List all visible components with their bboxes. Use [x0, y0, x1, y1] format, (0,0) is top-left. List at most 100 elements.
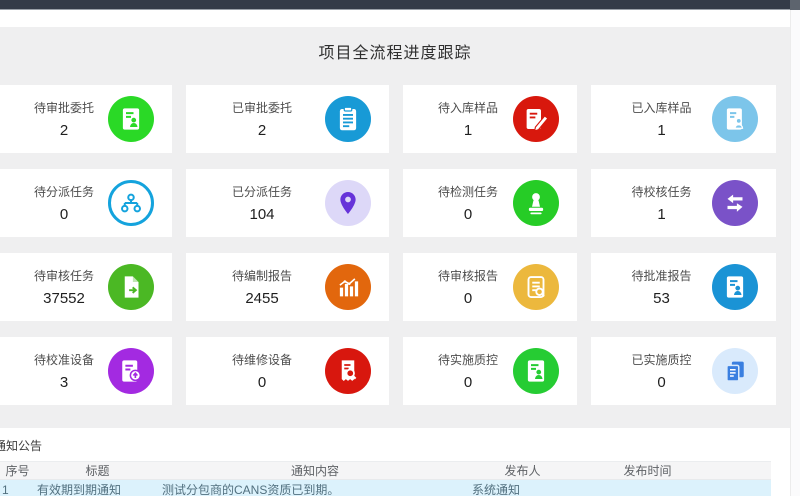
stat-card[interactable]: 待审批委托 2: [0, 85, 172, 153]
stat-card-text: 待编制报告 2455: [206, 267, 318, 307]
stat-card-label: 待分派任务: [34, 183, 94, 200]
stat-card[interactable]: 已入库样品 1: [591, 85, 776, 153]
stat-card[interactable]: 已实施质控 0: [591, 337, 776, 405]
stat-card-value: 2455: [245, 290, 278, 307]
stat-card[interactable]: 待校核任务 1: [591, 169, 776, 237]
top-navigation-bar: [0, 0, 790, 10]
file-export-icon: [108, 264, 154, 310]
stat-card-text: 待检测任务0: [423, 183, 513, 223]
stat-card[interactable]: 待检测任务0: [403, 169, 577, 237]
stat-card-text: 待批准报告 53: [611, 267, 712, 307]
stat-card-value: 0: [258, 374, 266, 391]
notice-column-header: 序号: [0, 462, 35, 480]
stat-card-text: 待维修设备 0: [206, 351, 318, 391]
stat-card-text: 待实施质控 0: [423, 351, 513, 391]
stat-card-value: 0: [464, 374, 472, 391]
stat-card-value: 37552: [43, 290, 85, 307]
doc-user-icon: [712, 264, 758, 310]
notice-table-header-row: 序号标题通知内容发布人发布时间: [0, 462, 771, 480]
stat-card-value: 2: [60, 122, 68, 139]
stat-card[interactable]: 待批准报告 53: [591, 253, 776, 321]
notice-table-cell: 测试分包商的CANS资质已到期。: [160, 480, 470, 496]
stat-card[interactable]: 已分派任务 104: [186, 169, 389, 237]
stat-card[interactable]: 待审核报告 0: [403, 253, 577, 321]
stat-card-value: 0: [464, 290, 472, 307]
stat-card-label: 待编制报告: [232, 267, 292, 284]
doc-upload-icon: [108, 348, 154, 394]
stat-card-label: 已入库样品: [631, 99, 691, 116]
doc-search-icon: [513, 264, 559, 310]
stat-card-text: 已入库样品 1: [611, 99, 712, 139]
doc-user-icon: [513, 348, 559, 394]
stat-card-text: 已实施质控 0: [611, 351, 712, 391]
stat-card[interactable]: 待入库样品 1: [403, 85, 577, 153]
stat-card-text: 待校准设备 3: [20, 351, 108, 391]
stat-card-text: 待入库样品 1: [423, 99, 513, 139]
notice-section: 通知公告 序号标题通知内容发布人发布时间 1有效期到期通知测试分包商的CANS资…: [0, 428, 790, 496]
notice-column-header: 发布时间: [575, 462, 720, 480]
notice-section-title: 通知公告: [0, 428, 790, 454]
stat-card[interactable]: 待实施质控 0: [403, 337, 577, 405]
stat-card-label: 待审核任务: [34, 267, 94, 284]
notice-column-header: 发布人: [470, 462, 575, 480]
receipt-search-icon: [325, 348, 371, 394]
stat-card-value: 0: [60, 206, 68, 223]
stat-card-label: 待校准设备: [34, 351, 94, 368]
stat-card[interactable]: 待维修设备 0: [186, 337, 389, 405]
stat-card[interactable]: 已审批委托 2: [186, 85, 389, 153]
stat-card[interactable]: 待分派任务 0: [0, 169, 172, 237]
sitemap-icon: [108, 180, 154, 226]
notice-table-cell: [575, 480, 720, 496]
stat-card-label: 待维修设备: [232, 351, 292, 368]
stat-card-value: 0: [464, 206, 472, 223]
stat-card-text: 已分派任务 104: [206, 183, 318, 223]
notice-table: 序号标题通知内容发布人发布时间 1有效期到期通知测试分包商的CANS资质已到期。…: [0, 461, 771, 496]
stat-card-label: 已分派任务: [232, 183, 292, 200]
doc-person-icon: [108, 96, 154, 142]
bar-chart-icon: [325, 264, 371, 310]
swap-arrows-icon: [712, 180, 758, 226]
stat-card-value: 104: [249, 206, 274, 223]
stamp-icon: [513, 180, 559, 226]
scrollbar-track[interactable]: [790, 10, 800, 496]
stat-card[interactable]: 待审核任务 37552: [0, 253, 172, 321]
stat-card-value: 53: [653, 290, 670, 307]
stats-grid: 待审批委托 2 已审批委托 2 待入库样品 1 已入库样品 1 待分派任务 0 已分派任务 104 待检…: [0, 85, 776, 405]
stat-card[interactable]: 待校准设备 3: [0, 337, 172, 405]
doc-edit-icon: [513, 96, 559, 142]
notice-column-header: 标题: [35, 462, 160, 480]
dashboard-page: 项目全流程进度跟踪 待审批委托 2 已审批委托 2 待入库样品 1 已入库样品 1 待分派任务 0…: [0, 27, 790, 496]
scrollbar-corner: [790, 0, 800, 10]
page-title: 项目全流程进度跟踪: [0, 39, 790, 63]
stat-card-text: 待审核任务 37552: [20, 267, 108, 307]
stat-card-text: 已审批委托 2: [206, 99, 318, 139]
stat-card-label: 已实施质控: [631, 351, 691, 368]
clipboard-icon: [325, 96, 371, 142]
stat-card-label: 待入库样品: [438, 99, 498, 116]
stat-card-value: 1: [464, 122, 472, 139]
stat-card-label: 待批准报告: [631, 267, 691, 284]
stat-card-text: 待分派任务 0: [20, 183, 108, 223]
stat-card-value: 0: [657, 374, 665, 391]
stat-card-value: 2: [258, 122, 266, 139]
stat-card-value: 1: [657, 206, 665, 223]
stat-card-text: 待审批委托 2: [20, 99, 108, 139]
map-pin-icon: [325, 180, 371, 226]
notice-table-cell: 1: [0, 480, 35, 496]
stat-card-label: 已审批委托: [232, 99, 292, 116]
notice-column-header: 通知内容: [160, 462, 470, 480]
stat-card-label: 待审核报告: [438, 267, 498, 284]
stat-card-label: 待实施质控: [438, 351, 498, 368]
doc-stamp-icon: [712, 96, 758, 142]
stat-card-value: 3: [60, 374, 68, 391]
stat-card[interactable]: 待编制报告 2455: [186, 253, 389, 321]
notice-table-cell: 有效期到期通知: [35, 480, 160, 496]
stat-card-value: 1: [657, 122, 665, 139]
stat-card-text: 待校核任务 1: [611, 183, 712, 223]
copy-pages-icon: [712, 348, 758, 394]
header-band: [0, 10, 800, 27]
stat-card-label: 待审批委托: [34, 99, 94, 116]
stat-card-text: 待审核报告 0: [423, 267, 513, 307]
stat-card-label: 待校核任务: [631, 183, 691, 200]
notice-table-row[interactable]: 1有效期到期通知测试分包商的CANS资质已到期。系统通知: [0, 480, 771, 496]
